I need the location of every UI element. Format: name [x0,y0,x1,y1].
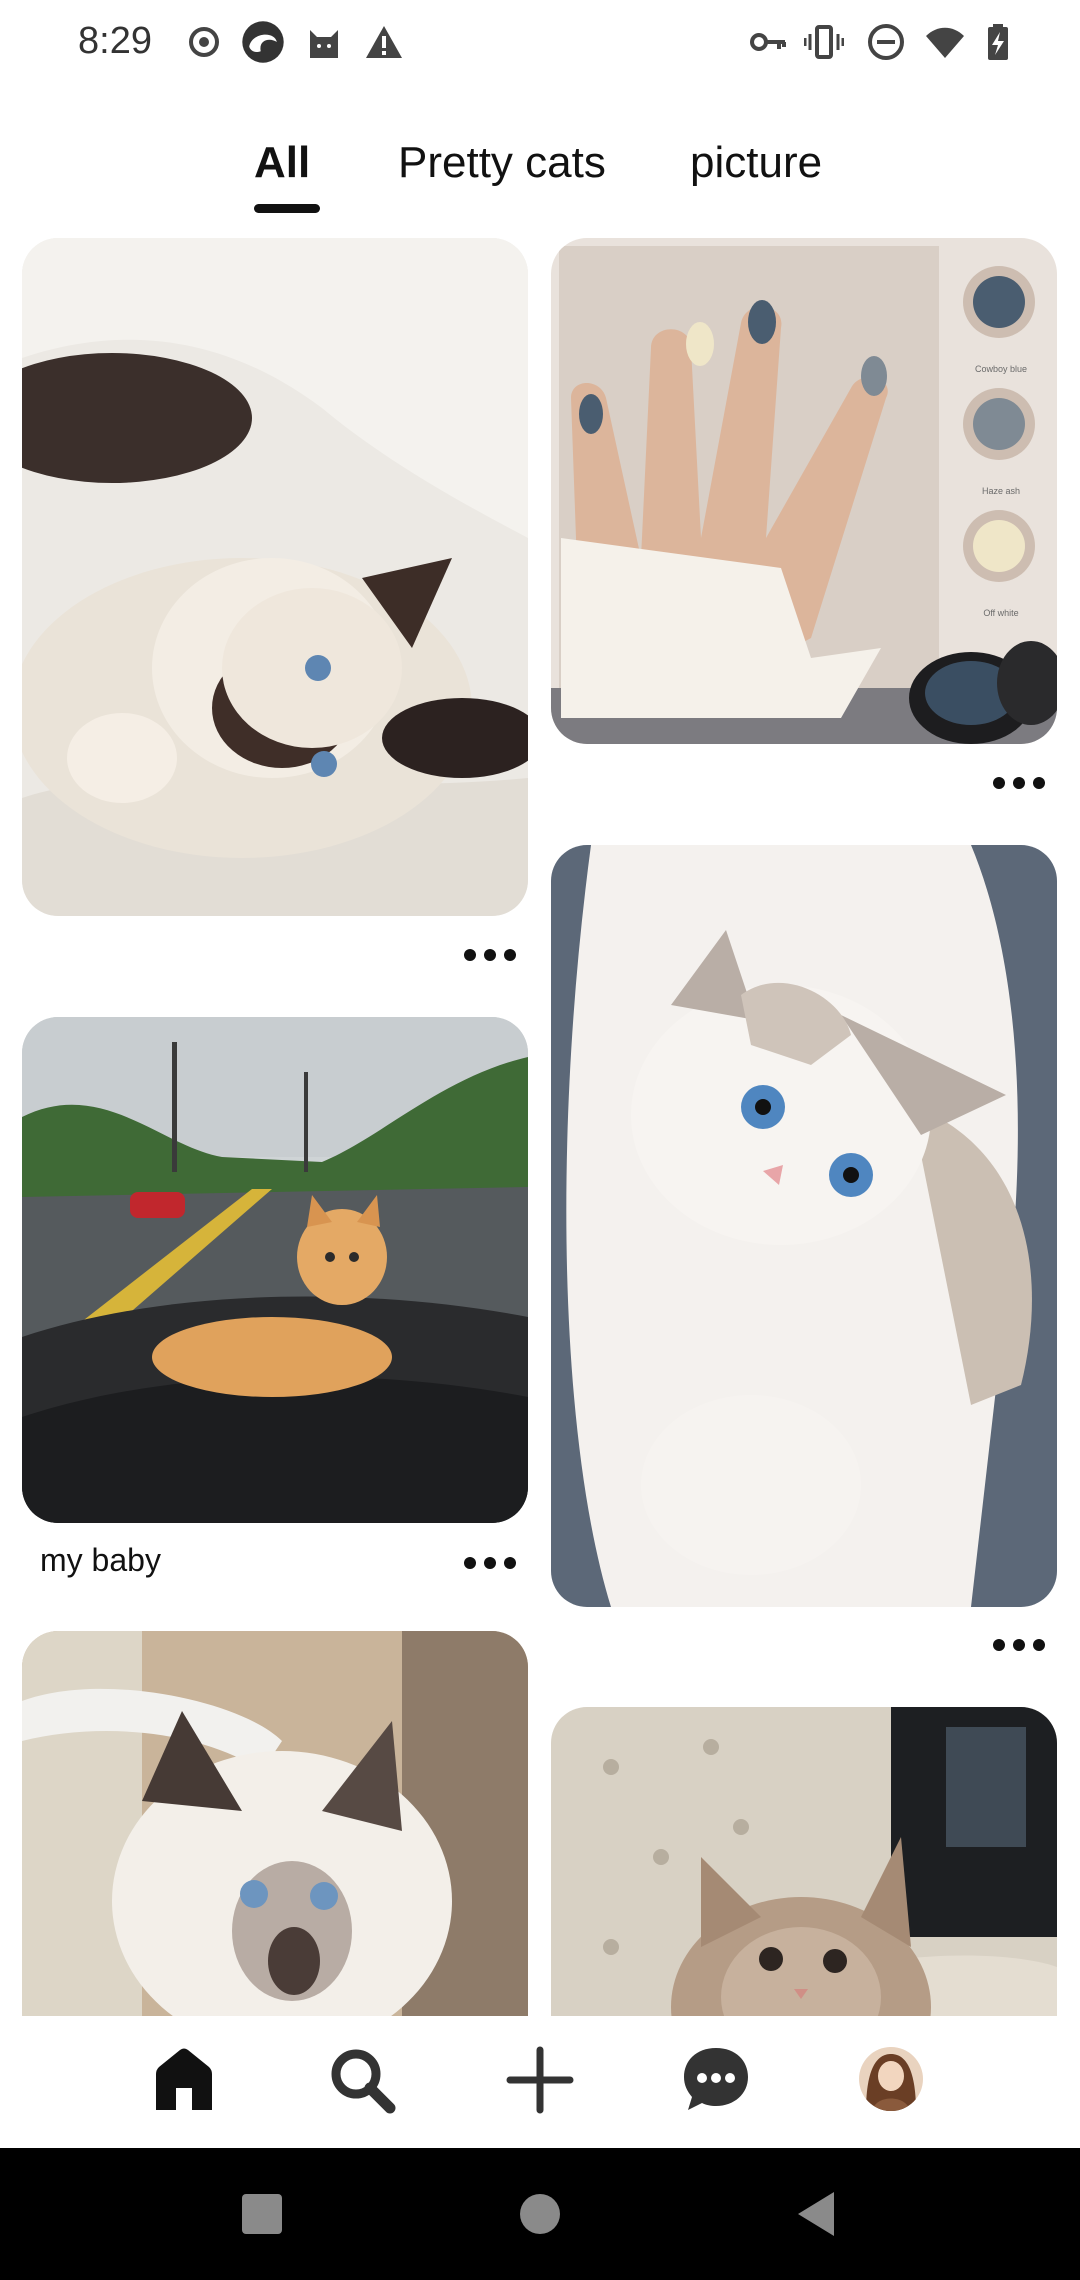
profile-avatar[interactable] [858,2046,924,2112]
swatch-label-off-white: Off white [983,608,1019,618]
tab-pretty-cats[interactable]: Pretty cats [398,138,606,188]
pin-more-options-button[interactable] [460,1548,520,1578]
home-circle-icon[interactable] [516,2190,564,2238]
home-icon[interactable] [148,2044,220,2116]
pin-more-options-button[interactable] [989,768,1049,798]
battery-charging-icon [978,22,1018,62]
wifi-icon [922,22,968,62]
swatch-label-cowboy-blue: Cowboy blue [974,364,1028,374]
pin-image-kitten-on-dashboard[interactable] [22,1017,528,1523]
warning-icon [364,22,404,62]
active-tab-indicator [254,204,320,213]
recents-icon[interactable] [238,2190,286,2238]
bottom-navigation [0,2016,1080,2148]
vibrate-icon [804,22,844,62]
messages-icon[interactable] [680,2044,752,2116]
tab-picture[interactable]: picture [690,138,822,188]
swatch-label-haze-ash: Haze ash [981,486,1021,496]
pin-more-options-button[interactable] [460,940,520,970]
system-navigation-bar [0,2148,1080,2280]
do-not-disturb-icon [866,22,906,62]
search-icon[interactable] [326,2044,398,2116]
status-time: 8:29 [78,20,152,62]
create-plus-icon[interactable] [504,2044,576,2116]
back-icon[interactable] [794,2190,842,2238]
edge-browser-icon [240,19,286,65]
pin-image-ragdoll-kitten[interactable] [22,238,528,916]
board-tabs: All Pretty cats picture [0,138,1080,218]
record-icon [184,22,224,62]
pin-image-fluffy-white-cat[interactable] [551,845,1057,1607]
pin-more-options-button[interactable] [989,1630,1049,1660]
vpn-key-icon [748,22,788,62]
status-bar: 8:29 [0,0,1080,90]
cat-app-icon [304,22,344,62]
pin-image-nail-swatches[interactable]: Cowboy blue Haze ash Off white [551,238,1057,744]
pin-caption-my-baby: my baby [40,1542,161,1578]
tab-all[interactable]: All [254,138,310,188]
